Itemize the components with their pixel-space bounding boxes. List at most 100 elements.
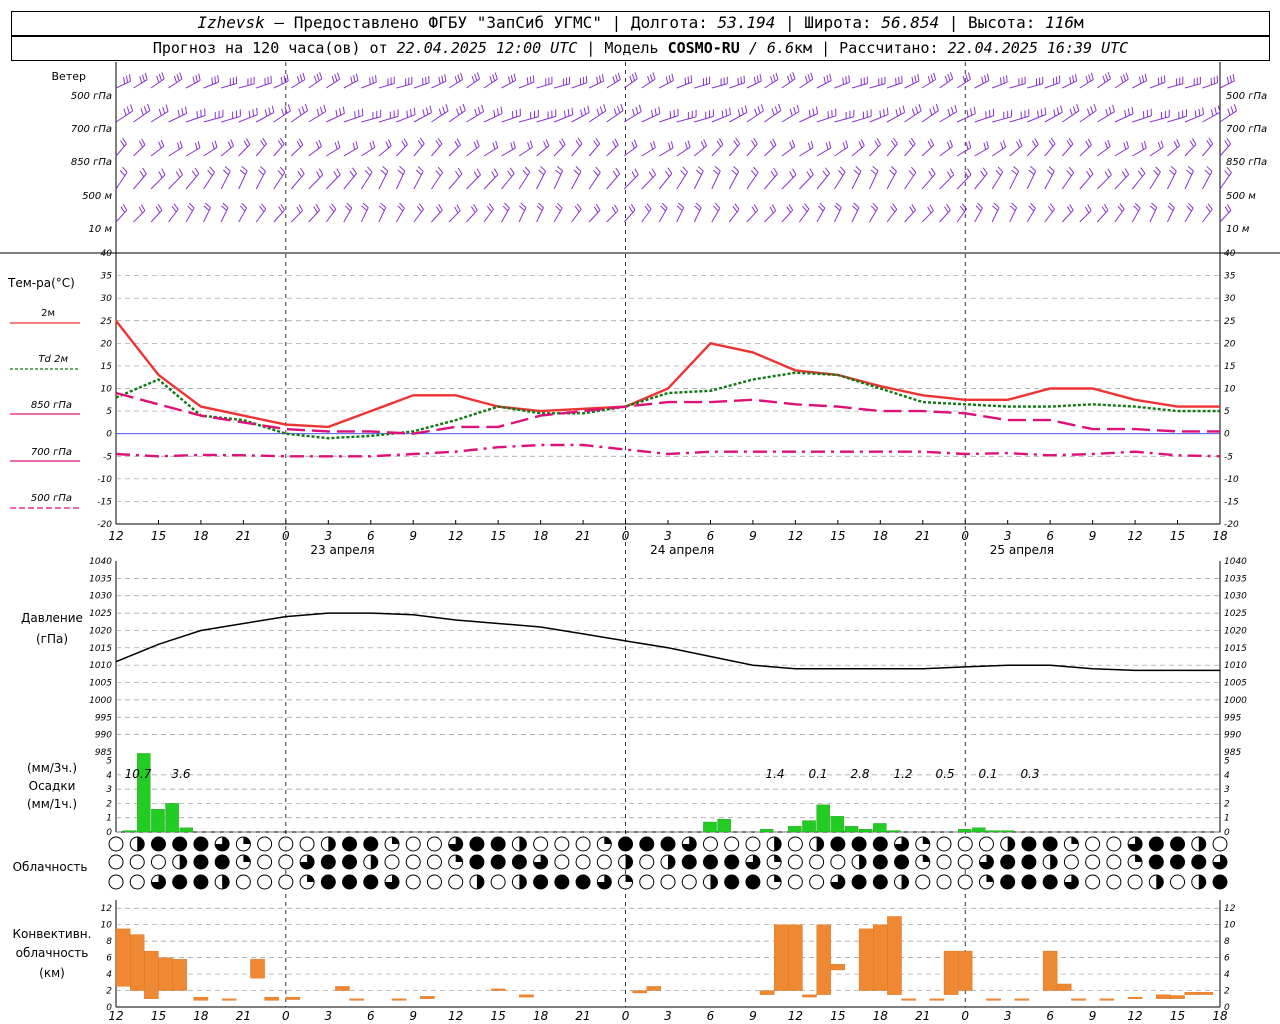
wind-barb-feather xyxy=(1141,142,1144,150)
cloud-cover-fill xyxy=(519,875,527,889)
wind-barb-feather xyxy=(280,204,285,211)
cloud-cover-symbol xyxy=(320,874,336,890)
temp-y-tick-left-7: 5 xyxy=(106,407,112,417)
cloud-cover-symbol xyxy=(426,874,442,890)
wind-barb-feather xyxy=(1103,203,1109,211)
temp-x-tick-1: 15 xyxy=(151,529,166,543)
precip-y-tick-left-5: 0 xyxy=(106,828,112,838)
wind-barb-feather xyxy=(419,137,425,145)
precip-bar xyxy=(887,830,901,833)
wind-barb-feather xyxy=(1032,140,1037,147)
wind-barb xyxy=(255,208,267,223)
wind-barb-feather xyxy=(1076,104,1080,111)
wind-barb xyxy=(501,147,516,157)
wind-barb-feather xyxy=(975,205,982,212)
wind-level-2: 700 гПа xyxy=(71,124,112,135)
temp-x-tick-23: 9 xyxy=(1089,529,1097,543)
wind-barb xyxy=(1131,173,1146,190)
cloud-cover-symbol xyxy=(363,874,379,890)
wind-barb xyxy=(834,171,846,190)
cloud-cover-symbol xyxy=(1021,854,1037,870)
wind-barb-feather xyxy=(793,106,797,114)
wind-barb-feather xyxy=(908,170,914,177)
wind-barb xyxy=(483,147,498,157)
wind-barb-feather xyxy=(703,139,708,146)
cloud-cover-symbol xyxy=(724,836,740,852)
temp-y-tick-left-9: -5 xyxy=(103,452,112,462)
convective-bar xyxy=(958,950,973,991)
wind-barb-feather xyxy=(721,110,724,118)
wind-barb-feather xyxy=(157,204,163,211)
day-label-1: 24 апреля xyxy=(650,543,714,557)
wind-barb-feather xyxy=(652,72,656,80)
wind-barb-feather xyxy=(932,106,936,114)
wind-barb-feather xyxy=(494,72,498,80)
wind-barb-feather xyxy=(195,74,198,83)
cloud-cover-symbol xyxy=(660,836,676,852)
wind-barb-feather xyxy=(826,75,829,83)
wind-barb-feather xyxy=(789,108,793,116)
cloud-cover-symbol xyxy=(872,874,888,890)
conv-title-1: Конвективн. xyxy=(13,927,92,941)
wind-barb xyxy=(1096,174,1112,190)
wind-barb-feather xyxy=(652,140,656,148)
convective-bar xyxy=(115,928,131,987)
wind-barb-feather xyxy=(778,103,782,111)
wind-barb-feather xyxy=(319,106,323,114)
temp-x-tick-3: 21 xyxy=(236,529,251,543)
wind-barb-feather xyxy=(947,73,951,81)
convective-bar xyxy=(646,986,662,991)
wind-barb-feather xyxy=(930,74,934,82)
wind-barb-feather xyxy=(316,171,321,178)
temp-x-tick-20: 0 xyxy=(961,529,969,543)
wind-barb xyxy=(676,171,688,190)
cloud-cover-symbol xyxy=(1170,854,1186,870)
wind-barb-feather xyxy=(476,168,481,176)
wind-barb-feather xyxy=(518,205,525,211)
conv-x-tick-22: 6 xyxy=(1046,1009,1054,1023)
wind-barb-feather xyxy=(792,168,797,176)
wind-barb xyxy=(886,171,897,190)
wind-barb-feather xyxy=(139,76,143,84)
precip-total-1: 3.6 xyxy=(171,767,190,781)
wind-barb-feather xyxy=(297,76,300,84)
wind-barb-feather xyxy=(771,204,777,211)
precip-bar xyxy=(972,827,986,833)
wind-barb-feather xyxy=(197,141,201,149)
conv-y-tick-right-3: 6 xyxy=(1224,954,1230,964)
wind-barb xyxy=(1009,115,1030,123)
wind-barb xyxy=(133,79,148,89)
cloud-cover-symbol xyxy=(872,854,888,870)
wind-title: Ветер xyxy=(52,70,86,83)
cloud-cover-fill xyxy=(307,875,315,883)
wind-barb-feather xyxy=(667,167,673,174)
precip-bar xyxy=(165,803,179,833)
wind-barb-feather xyxy=(1087,138,1092,146)
cloud-cover-symbol xyxy=(957,854,973,870)
wind-barb-feather xyxy=(162,106,166,114)
wind-barb-feather xyxy=(513,73,517,81)
wind-barb xyxy=(764,144,777,157)
wind-barb xyxy=(869,114,889,123)
cloud-cover-fill xyxy=(392,837,399,844)
wind-barb xyxy=(1009,170,1020,190)
wind-barb-feather xyxy=(334,74,338,82)
wind-barb xyxy=(185,115,206,123)
wind-level-5: 10 м xyxy=(89,224,113,235)
precip-y-tick-right-1: 4 xyxy=(1224,771,1230,781)
wind-barb xyxy=(553,114,573,123)
conv-x-tick-12: 0 xyxy=(622,1009,630,1023)
pressure-y-tick-left-4: 1020 xyxy=(89,626,112,636)
wind-barb xyxy=(290,173,305,190)
temp-y-tick-left-12: -20 xyxy=(97,520,112,530)
pressure-y-tick-right-4: 1020 xyxy=(1224,626,1247,636)
wind-barb-feather xyxy=(911,76,914,84)
wind-barb xyxy=(623,145,638,157)
wind-barb-feather xyxy=(893,137,898,145)
wind-barb xyxy=(221,115,241,123)
precip-bar xyxy=(802,820,816,833)
wind-barb-feather xyxy=(1000,77,1002,85)
wind-barb-feather xyxy=(397,205,404,212)
wind-barb-feather xyxy=(716,140,722,148)
wind-barb-feather xyxy=(160,139,165,147)
